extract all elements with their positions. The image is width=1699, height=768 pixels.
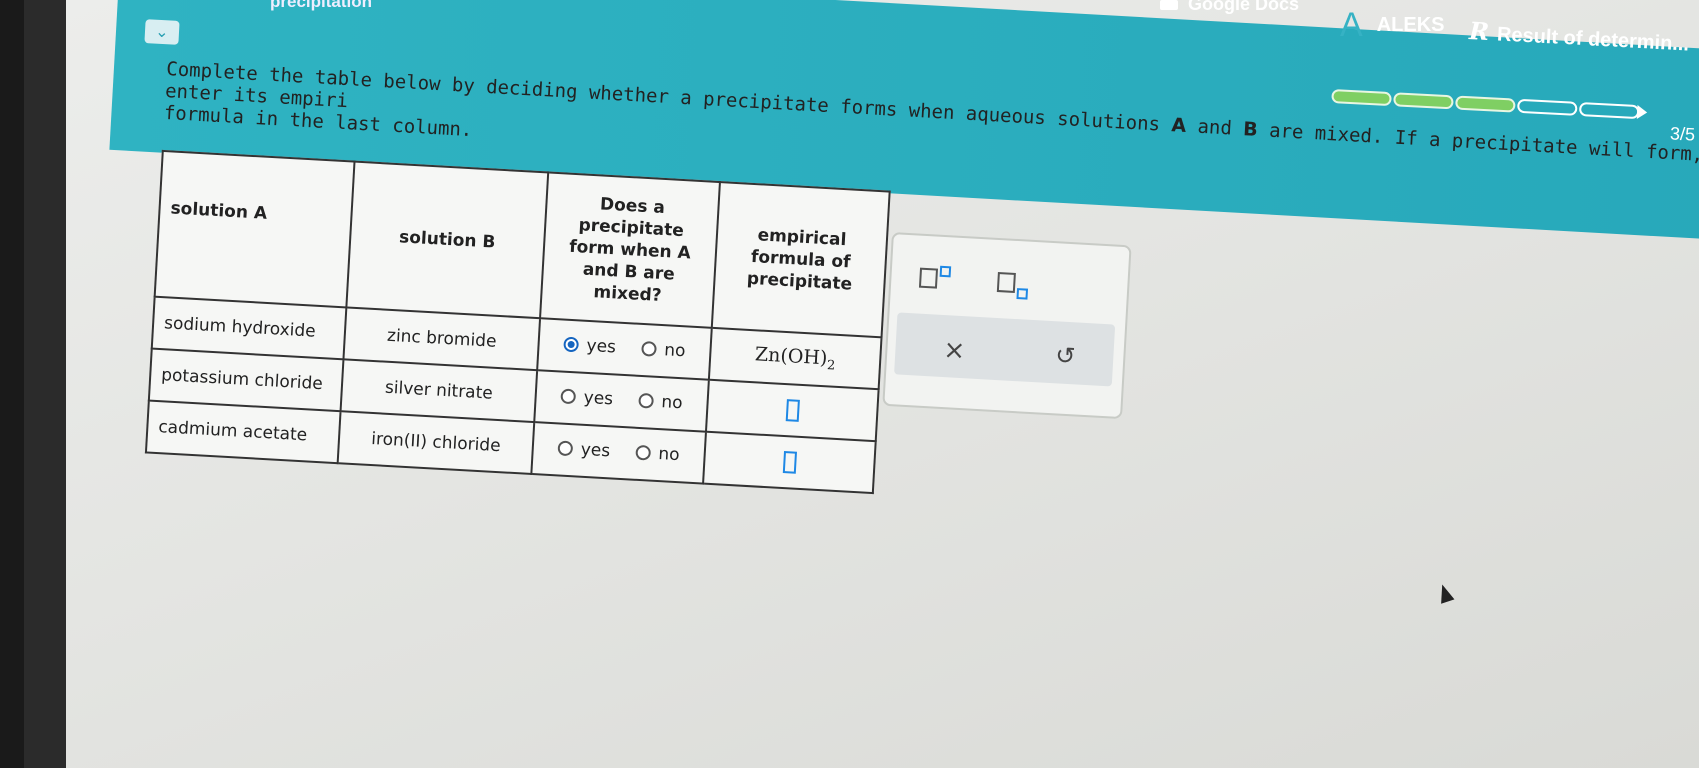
precipitate-table: solution A solution B Does a precipitate…	[144, 149, 891, 495]
formula-input[interactable]	[782, 451, 797, 474]
precipitate-choice: yes no	[531, 422, 706, 484]
formula-cell[interactable]: Zn(OH)2	[708, 327, 882, 390]
monitor-bezel-inner	[24, 0, 66, 768]
radio-empty-icon	[557, 440, 574, 457]
palette-action-bar	[894, 312, 1116, 387]
aleks-a-icon: A	[1340, 6, 1363, 44]
undo-button[interactable]: ↺	[1055, 341, 1077, 370]
monitor-bezel	[0, 0, 24, 768]
header-solution-b: solution B	[346, 161, 549, 319]
radio-selected-icon	[563, 336, 580, 353]
browser-tabstrip: precipitation Google Docs A ALEKS R Result…	[0, 0, 1699, 60]
yes-radio[interactable]: yes	[563, 334, 617, 357]
radio-empty-icon	[637, 393, 654, 409]
header-solution-a: solution A	[154, 150, 355, 308]
no-radio[interactable]: no	[635, 443, 680, 465]
math-palette: × ↺	[882, 232, 1132, 420]
subscript-template-icon[interactable]	[996, 271, 1029, 300]
solution-b-cell: iron(II) chloride	[337, 411, 535, 474]
docs-icon	[1160, 0, 1178, 11]
solution-a-cell: cadmium acetate	[145, 400, 341, 464]
radio-empty-icon	[560, 388, 577, 405]
clear-button[interactable]: ×	[943, 335, 966, 366]
progress-segment	[1578, 101, 1640, 120]
radio-empty-icon	[640, 341, 657, 358]
progress-arrow	[1636, 105, 1648, 120]
precipitate-choice: yes no	[537, 318, 712, 380]
formula-cell[interactable]	[703, 431, 876, 494]
progress-segment	[1455, 95, 1516, 113]
header-empirical-formula: empirical formula of precipitate	[711, 182, 890, 338]
radio-empty-icon	[635, 445, 651, 461]
formula-input[interactable]	[785, 399, 800, 422]
no-radio[interactable]: no	[640, 339, 686, 361]
superscript-template-icon[interactable]	[918, 265, 952, 294]
yes-radio[interactable]: yes	[557, 438, 611, 461]
progress-segment	[1331, 88, 1392, 107]
header-precipitate-forms: Does a precipitate form when A and B are…	[540, 172, 720, 328]
tab-precipitation[interactable]: precipitation	[270, 0, 372, 12]
no-radio[interactable]: no	[637, 391, 683, 413]
progress-segment	[1516, 98, 1578, 116]
tab-aleks[interactable]: A ALEKS	[1340, 6, 1444, 45]
r-logo-icon: R	[1468, 16, 1490, 47]
chevron-down-icon[interactable]: ⌄	[144, 19, 180, 45]
formula-value: Zn(OH)2	[754, 343, 836, 374]
formula-cell[interactable]	[705, 379, 879, 442]
yes-radio[interactable]: yes	[560, 386, 614, 409]
precipitate-choice: yes no	[534, 370, 709, 432]
tab-result[interactable]: R Result of determin...	[1468, 16, 1689, 56]
progress-segment	[1393, 92, 1454, 110]
tab-google-docs[interactable]: Google Docs	[1160, 0, 1299, 15]
